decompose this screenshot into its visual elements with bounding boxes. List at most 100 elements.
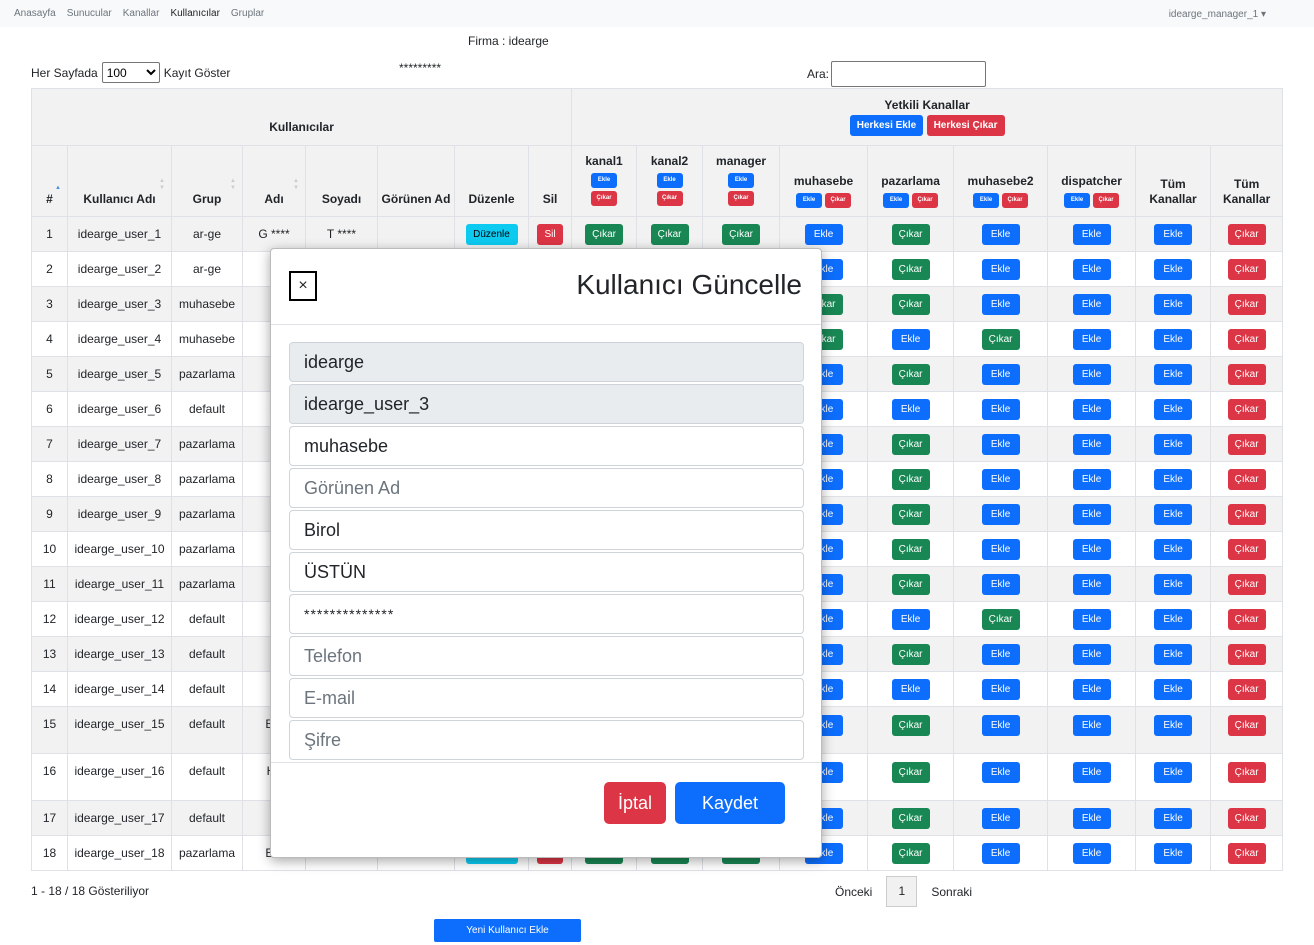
muhasebe-add-all-button[interactable]: Ekle — [796, 193, 823, 208]
tum-cikar-remove-button[interactable]: Çıkar — [1227, 608, 1266, 630]
tum-cikar-remove-button[interactable]: Çıkar — [1227, 762, 1266, 783]
pazarlama-remove-button[interactable]: Çıkar — [891, 433, 930, 455]
tum-cikar-remove-button[interactable]: Çıkar — [1227, 398, 1266, 420]
tum-ekle-add-button[interactable]: Ekle — [1154, 762, 1193, 783]
kanal2-remove-button[interactable]: Çıkar — [650, 223, 689, 245]
tum-ekle-add-button[interactable]: Ekle — [1154, 293, 1193, 315]
pazarlama-remove-button[interactable]: Çıkar — [891, 715, 930, 736]
pazarlama-add-button[interactable]: Ekle — [891, 608, 930, 630]
nav-link-sunucular[interactable]: Sunucular — [67, 8, 112, 19]
pazarlama-remove-button[interactable]: Çıkar — [891, 223, 930, 245]
prev-page-button[interactable]: Önceki — [835, 885, 872, 899]
tum-ekle-add-button[interactable]: Ekle — [1154, 503, 1193, 525]
tum-cikar-remove-button[interactable]: Çıkar — [1227, 293, 1266, 315]
pazarlama-remove-button[interactable]: Çıkar — [891, 293, 930, 315]
pazarlama-remove-button[interactable]: Çıkar — [891, 573, 930, 595]
dispatcher-add-button[interactable]: Ekle — [1072, 468, 1111, 490]
pazarlama-remove-button[interactable]: Çıkar — [891, 807, 930, 829]
muhasebe2-add-button[interactable]: Ekle — [981, 503, 1020, 525]
tum-cikar-remove-button[interactable]: Çıkar — [1227, 258, 1266, 280]
search-input[interactable] — [831, 61, 987, 87]
kanal2-remove-all-button[interactable]: Çıkar — [656, 190, 683, 206]
last-name-field[interactable] — [289, 552, 804, 592]
nav-link-anasayfa[interactable]: Anasayfa — [14, 8, 56, 19]
modal-close-button[interactable]: × — [289, 271, 317, 301]
muhasebe2-add-button[interactable]: Ekle — [981, 398, 1020, 420]
pazarlama-add-button[interactable]: Ekle — [891, 678, 930, 700]
tum-ekle-add-button[interactable]: Ekle — [1154, 842, 1193, 864]
page-1-button[interactable]: 1 — [886, 876, 918, 907]
email-field[interactable] — [289, 678, 804, 718]
muhasebe2-add-button[interactable]: Ekle — [981, 538, 1020, 560]
password-field[interactable] — [289, 720, 804, 760]
manager-remove-all-button[interactable]: Çıkar — [728, 190, 755, 206]
tum-cikar-remove-button[interactable]: Çıkar — [1227, 538, 1266, 560]
dispatcher-add-button[interactable]: Ekle — [1072, 678, 1111, 700]
kanal2-add-all-button[interactable]: Ekle — [656, 172, 683, 188]
tum-ekle-add-button[interactable]: Ekle — [1154, 328, 1193, 350]
muhasebe2-add-button[interactable]: Ekle — [981, 842, 1020, 864]
dispatcher-add-button[interactable]: Ekle — [1072, 363, 1111, 385]
tum-cikar-remove-button[interactable]: Çıkar — [1227, 363, 1266, 385]
muhasebe2-remove-all-button[interactable]: Çıkar — [1002, 193, 1029, 208]
pazarlama-add-button[interactable]: Ekle — [891, 398, 930, 420]
col-header-num[interactable]: # — [31, 145, 68, 217]
tum-cikar-remove-button[interactable]: Çıkar — [1227, 223, 1266, 245]
tum-cikar-remove-button[interactable]: Çıkar — [1227, 842, 1266, 864]
pazarlama-remove-button[interactable]: Çıkar — [891, 468, 930, 490]
pazarlama-remove-button[interactable]: Çıkar — [891, 762, 930, 783]
kanal1-remove-all-button[interactable]: Çıkar — [591, 190, 618, 206]
tum-ekle-add-button[interactable]: Ekle — [1154, 807, 1193, 829]
muhasebe2-add-button[interactable]: Ekle — [981, 807, 1020, 829]
edit-button[interactable]: Düzenle — [465, 223, 518, 245]
dispatcher-add-button[interactable]: Ekle — [1072, 503, 1111, 525]
dispatcher-add-button[interactable]: Ekle — [1072, 328, 1111, 350]
tum-ekle-add-button[interactable]: Ekle — [1154, 363, 1193, 385]
muhasebe2-add-button[interactable]: Ekle — [981, 433, 1020, 455]
dispatcher-add-button[interactable]: Ekle — [1072, 293, 1111, 315]
pazarlama-remove-button[interactable]: Çıkar — [891, 842, 930, 864]
tum-ekle-add-button[interactable]: Ekle — [1154, 223, 1193, 245]
tum-cikar-remove-button[interactable]: Çıkar — [1227, 715, 1266, 736]
muhasebe-remove-all-button[interactable]: Çıkar — [825, 193, 852, 208]
muhasebe2-add-button[interactable]: Ekle — [981, 363, 1020, 385]
dispatcher-add-button[interactable]: Ekle — [1072, 538, 1111, 560]
group-field[interactable] — [289, 426, 804, 466]
dispatcher-add-button[interactable]: Ekle — [1072, 842, 1111, 864]
display-name-field[interactable] — [289, 468, 804, 508]
muhasebe-add-button[interactable]: Ekle — [804, 223, 843, 245]
masked-field[interactable] — [289, 594, 804, 634]
pazarlama-remove-button[interactable]: Çıkar — [891, 538, 930, 560]
kanal1-add-all-button[interactable]: Ekle — [591, 172, 618, 188]
tum-cikar-remove-button[interactable]: Çıkar — [1227, 468, 1266, 490]
pazarlama-add-button[interactable]: Ekle — [891, 328, 930, 350]
pazarlama-remove-button[interactable]: Çıkar — [891, 643, 930, 665]
tum-cikar-remove-button[interactable]: Çıkar — [1227, 433, 1266, 455]
muhasebe2-add-button[interactable]: Ekle — [981, 258, 1020, 280]
tum-ekle-add-button[interactable]: Ekle — [1154, 398, 1193, 420]
dispatcher-add-button[interactable]: Ekle — [1072, 573, 1111, 595]
tum-ekle-add-button[interactable]: Ekle — [1154, 643, 1193, 665]
pazarlama-remove-button[interactable]: Çıkar — [891, 503, 930, 525]
new-user-button[interactable]: Yeni Kullanıcı Ekle — [434, 919, 581, 942]
tum-ekle-add-button[interactable]: Ekle — [1154, 538, 1193, 560]
muhasebe2-add-button[interactable]: Ekle — [981, 223, 1020, 245]
tum-cikar-remove-button[interactable]: Çıkar — [1227, 573, 1266, 595]
phone-field[interactable] — [289, 636, 804, 676]
muhasebe2-add-button[interactable]: Ekle — [981, 468, 1020, 490]
col-header-username[interactable]: Kullanıcı Adı — [67, 145, 172, 217]
dispatcher-add-button[interactable]: Ekle — [1072, 715, 1111, 736]
tum-cikar-remove-button[interactable]: Çıkar — [1227, 503, 1266, 525]
dispatcher-add-all-button[interactable]: Ekle — [1064, 193, 1091, 208]
page-size-select[interactable]: 100 — [101, 62, 160, 83]
tum-ekle-add-button[interactable]: Ekle — [1154, 608, 1193, 630]
nav-link-gruplar[interactable]: Gruplar — [231, 8, 264, 19]
muhasebe2-add-button[interactable]: Ekle — [981, 762, 1020, 783]
dispatcher-add-button[interactable]: Ekle — [1072, 433, 1111, 455]
user-menu-dropdown[interactable]: idearge_manager_1 ▾ — [1169, 9, 1266, 20]
tum-ekle-add-button[interactable]: Ekle — [1154, 678, 1193, 700]
dispatcher-add-button[interactable]: Ekle — [1072, 398, 1111, 420]
dispatcher-add-button[interactable]: Ekle — [1072, 223, 1111, 245]
remove-all-button[interactable]: Herkesi Çıkar — [926, 115, 1005, 136]
manager-add-all-button[interactable]: Ekle — [728, 172, 755, 188]
